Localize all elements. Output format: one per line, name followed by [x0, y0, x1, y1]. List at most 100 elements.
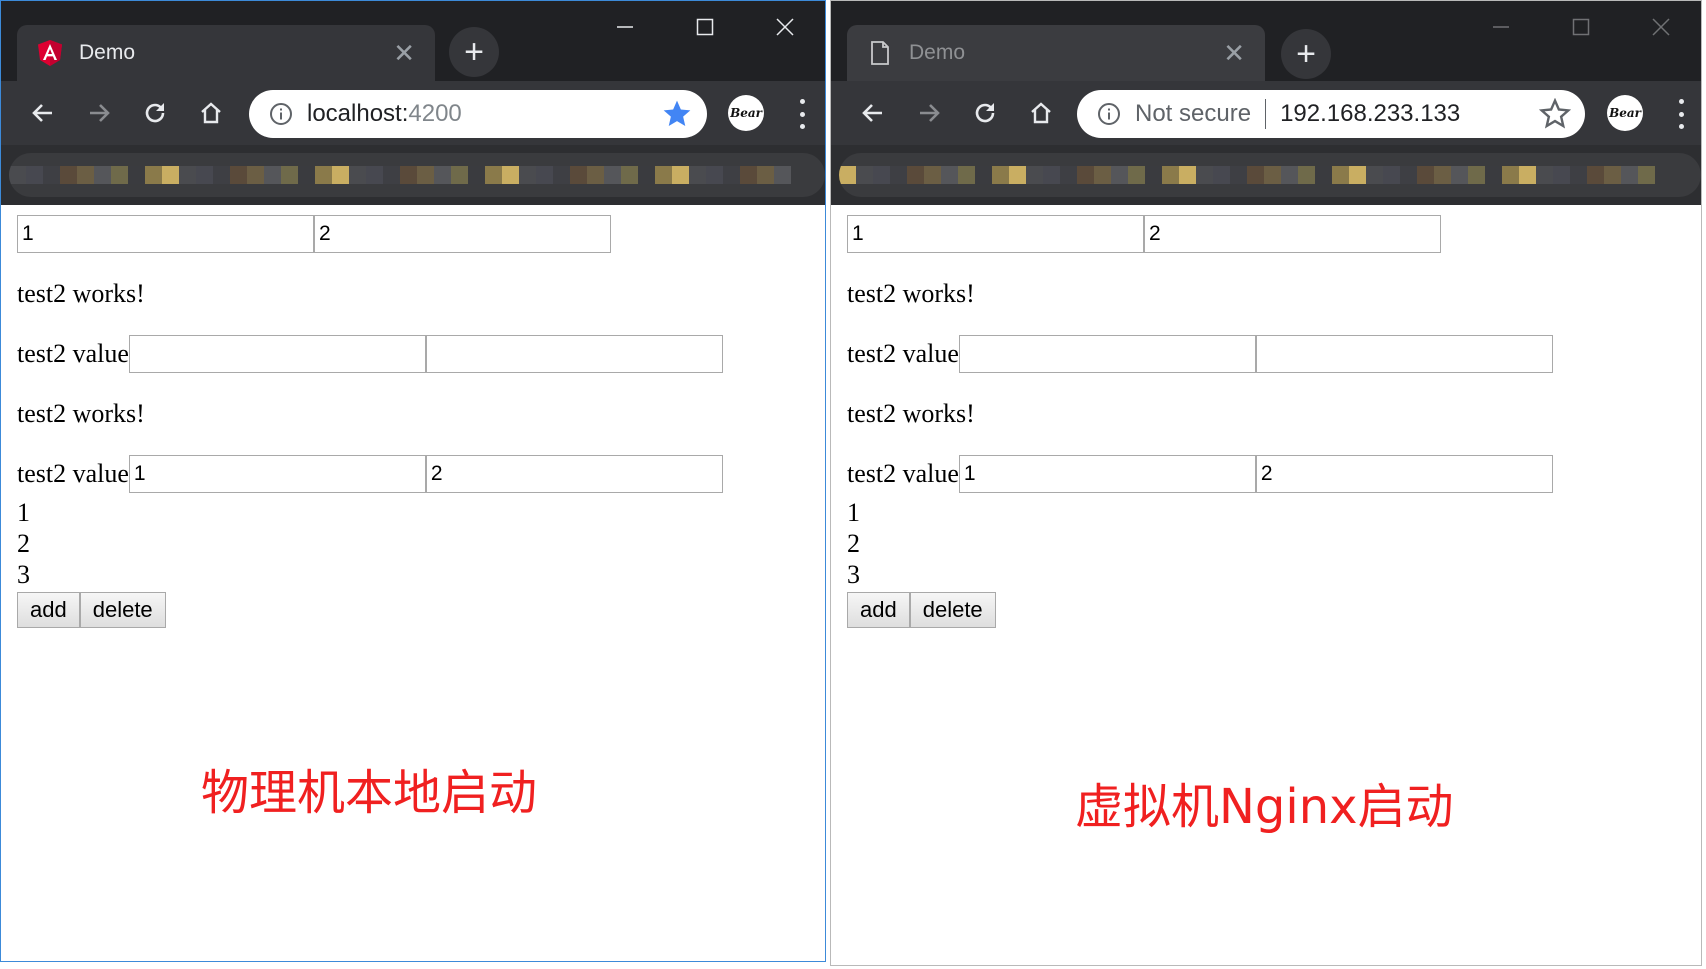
bookmark-blur-block	[873, 166, 890, 184]
bookmark-blur-block	[1145, 166, 1162, 184]
caption-nginx: 虚拟机Nginx启动	[1075, 779, 1454, 835]
text-input[interactable]	[425, 335, 723, 373]
text-input[interactable]: 2	[1255, 455, 1553, 493]
text-input[interactable]: 2	[1144, 215, 1441, 253]
minimize-icon[interactable]	[1461, 1, 1541, 53]
bookmark-blur-block	[604, 166, 621, 184]
tab-title: Demo	[79, 41, 136, 64]
bookmark-blur-block	[247, 166, 264, 184]
text-input[interactable]: 1	[847, 215, 1144, 253]
address-bar[interactable]: localhost: 4200	[249, 90, 707, 138]
bookmark-blur-block	[1502, 166, 1519, 184]
home-icon[interactable]	[1023, 95, 1059, 131]
browser-window-nginx: Demo ✕ + Not secure 192.168.233.133 Bear…	[830, 0, 1702, 966]
number-list: 1 2 3	[847, 497, 1701, 590]
bookmark-blur-block	[213, 166, 230, 184]
bookmark-blur-block	[1247, 166, 1264, 184]
bookmark-blur-block	[587, 166, 604, 184]
number-list: 1 2 3	[17, 497, 825, 590]
delete-button[interactable]: delete	[79, 592, 166, 628]
bookmark-blur-block	[298, 166, 315, 184]
angular-logo-icon	[37, 39, 63, 67]
bookmarks-bar	[1, 145, 825, 205]
bookmark-blur-block	[975, 166, 992, 184]
arrow-left-icon[interactable]	[25, 95, 61, 131]
bookmark-blur-block	[502, 166, 519, 184]
value-row-2: test2 value 1 2	[17, 455, 825, 493]
arrow-right-icon[interactable]	[81, 95, 117, 131]
address-bar[interactable]: Not secure 192.168.233.133	[1077, 90, 1585, 138]
bookmark-blur-block	[1298, 166, 1315, 184]
add-button[interactable]: add	[17, 592, 80, 628]
tab-demo[interactable]: Demo ✕	[17, 25, 435, 81]
maximize-icon[interactable]	[665, 1, 745, 53]
close-icon[interactable]	[745, 1, 825, 53]
bookmark-blur-block	[332, 166, 349, 184]
arrow-right-icon[interactable]	[911, 95, 947, 131]
bookmark-blur-block	[230, 166, 247, 184]
bookmark-blur-block	[145, 166, 162, 184]
tab-demo[interactable]: Demo ✕	[847, 25, 1265, 81]
text-input[interactable]: 2	[425, 455, 723, 493]
bookmark-blur-block	[890, 166, 907, 184]
tab-close-icon[interactable]: ✕	[393, 40, 415, 66]
bookmark-blur-block	[77, 166, 94, 184]
reload-icon[interactable]	[967, 95, 1003, 131]
text-input[interactable]: 2	[314, 215, 611, 253]
title-bar: Demo ✕ +	[831, 1, 1701, 81]
list-item: 3	[847, 560, 860, 589]
not-secure-label: Not secure	[1135, 100, 1252, 127]
bookmark-blur-block	[94, 166, 111, 184]
url-host: 192.168.233.133	[1280, 100, 1461, 127]
bookmark-blur-block	[264, 166, 281, 184]
more-vert-icon[interactable]	[798, 99, 806, 129]
avatar[interactable]: Bear	[728, 95, 764, 131]
document-icon	[867, 39, 893, 67]
bookmark-blur-block	[417, 166, 434, 184]
info-icon[interactable]	[1097, 102, 1121, 126]
input-row-1: 1 2	[17, 215, 825, 253]
home-icon[interactable]	[193, 95, 229, 131]
text-input[interactable]: 1	[958, 455, 1256, 493]
text-input[interactable]: 1	[128, 455, 426, 493]
bookmark-blur-block	[757, 166, 774, 184]
bookmark-blur-block	[281, 166, 298, 184]
value-label: test2 value	[17, 339, 129, 368]
close-icon[interactable]	[1621, 1, 1701, 53]
text-input[interactable]	[1255, 335, 1553, 373]
text-input[interactable]	[128, 335, 426, 373]
value-row-2: test2 value 1 2	[847, 455, 1701, 493]
delete-button[interactable]: delete	[909, 592, 996, 628]
bookmark-blur-block	[43, 166, 60, 184]
bookmark-blur-block	[907, 166, 924, 184]
tab-close-icon[interactable]: ✕	[1223, 40, 1245, 66]
star-icon[interactable]	[1539, 98, 1571, 130]
bookmark-blur-block	[1638, 166, 1655, 184]
avatar[interactable]: Bear	[1607, 95, 1643, 131]
add-button[interactable]: add	[847, 592, 910, 628]
arrow-left-icon[interactable]	[855, 95, 891, 131]
text-input[interactable]	[958, 335, 1256, 373]
maximize-icon[interactable]	[1541, 1, 1621, 53]
bookmarks-pixelated	[9, 153, 825, 197]
bookmark-blur-block	[740, 166, 757, 184]
reload-icon[interactable]	[137, 95, 173, 131]
text-input[interactable]: 1	[17, 215, 314, 253]
bookmark-blur-block	[60, 166, 77, 184]
value-row-1: test2 value	[847, 335, 1701, 373]
bookmark-blur-block	[485, 166, 502, 184]
bookmarks-pixelated	[839, 153, 1701, 197]
new-tab-button[interactable]: +	[449, 27, 499, 77]
new-tab-button[interactable]: +	[1281, 29, 1331, 79]
more-vert-icon[interactable]	[1677, 99, 1685, 129]
bookmark-blur-block	[1179, 166, 1196, 184]
bookmark-blur-block	[1281, 166, 1298, 184]
bookmark-blur-block	[111, 166, 128, 184]
bookmark-blur-block	[553, 166, 570, 184]
star-icon[interactable]	[661, 98, 693, 130]
info-icon[interactable]	[269, 102, 293, 126]
bookmark-blur-block	[1400, 166, 1417, 184]
bookmark-blur-block	[1077, 166, 1094, 184]
minimize-icon[interactable]	[585, 1, 665, 53]
bookmark-blur-block	[128, 166, 145, 184]
